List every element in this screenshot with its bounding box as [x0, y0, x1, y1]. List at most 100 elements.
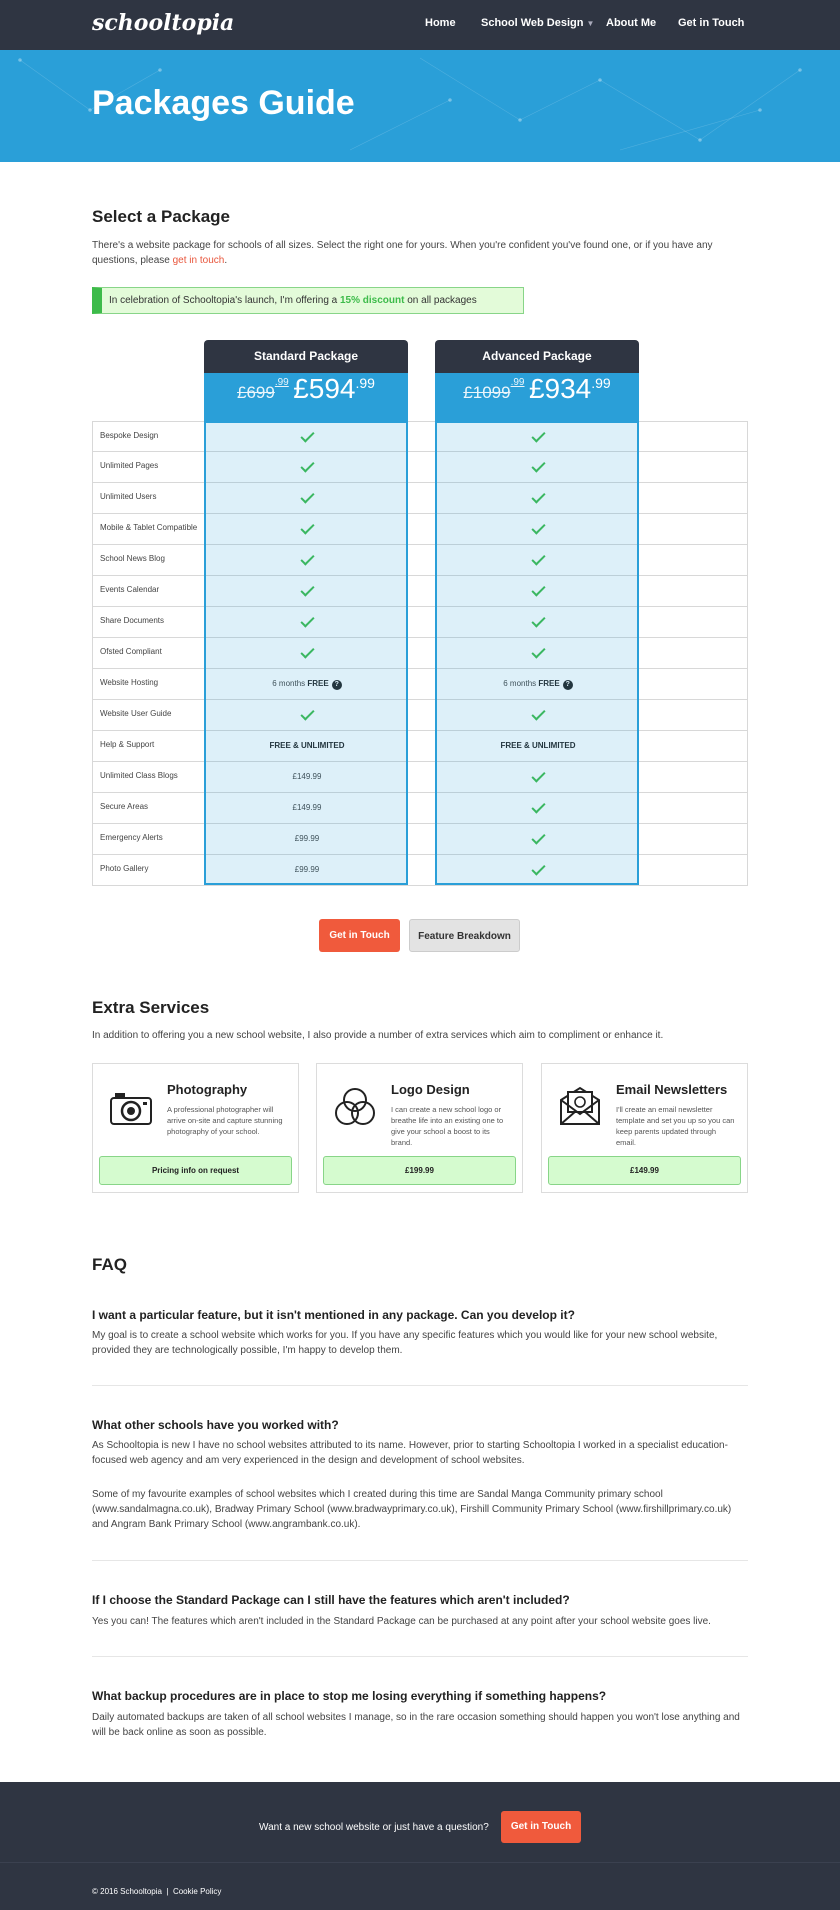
- logo-rings-icon: [335, 1088, 375, 1125]
- advanced-feature-cell: FREE & UNLIMITED: [436, 731, 640, 762]
- standard-feature-cell: £99.99: [205, 824, 409, 855]
- checkmark-icon: [299, 520, 315, 535]
- feature-name: Events Calendar: [100, 585, 160, 594]
- faq-question: I want a particular feature, but it isn'…: [92, 1308, 575, 1322]
- copyright-text: © 2016 Schooltopia: [92, 1887, 162, 1896]
- faq-divider: [92, 1560, 748, 1561]
- hosting-duration: 6 months: [272, 679, 308, 688]
- help-question-icon[interactable]: ?: [331, 680, 342, 690]
- get-in-touch-button[interactable]: Get in Touch: [319, 919, 400, 952]
- feature-value: £99.99: [294, 834, 320, 843]
- feature-row: Website Hosting 6 months FREE? 6 months FR…: [92, 669, 748, 700]
- standard-feature-cell: [205, 452, 409, 483]
- nav-get-in-touch[interactable]: Get in Touch: [678, 17, 744, 29]
- faq-answer: As Schooltopia is new I have no school w…: [92, 1440, 728, 1466]
- select-intro: There's a website package for schools of…: [92, 238, 748, 268]
- hosting-duration: 6 months: [503, 679, 539, 688]
- service-price: Pricing info on request: [99, 1156, 292, 1185]
- nav-about-me[interactable]: About Me: [606, 17, 656, 29]
- service-title: Logo Design: [391, 1082, 470, 1097]
- checkmark-icon: [299, 428, 315, 443]
- service-price: £199.99: [323, 1156, 516, 1185]
- feature-row: Unlimited Users: [92, 483, 748, 514]
- page-title: Packages Guide: [92, 84, 355, 122]
- site-logo[interactable]: schooltopia: [92, 10, 234, 36]
- feature-breakdown-button[interactable]: Feature Breakdown: [409, 919, 520, 952]
- standard-feature-cell: [205, 638, 409, 669]
- feature-name: Bespoke Design: [100, 431, 159, 440]
- faq-question: What backup procedures are in place to s…: [92, 1689, 607, 1703]
- camera-icon: [110, 1093, 152, 1125]
- feature-value: £149.99: [292, 803, 322, 812]
- select-intro-end: .: [224, 255, 228, 266]
- faq-divider: [92, 1385, 748, 1386]
- feature-row: Unlimited Class Blogs £149.99: [92, 762, 748, 793]
- standard-old-price: £699.99: [237, 377, 289, 402]
- feature-row: Website User Guide: [92, 700, 748, 731]
- advanced-old-price: £1099.99: [463, 377, 524, 402]
- footer-get-in-touch-button[interactable]: Get in Touch: [501, 1811, 581, 1843]
- nav-school-web-design-label: School Web Design: [481, 17, 584, 29]
- checkmark-icon: [299, 613, 315, 628]
- feature-value: FREE & UNLIMITED: [500, 741, 576, 750]
- hosting-free: FREE: [307, 679, 329, 688]
- advanced-old-price-whole: £1099: [463, 383, 511, 402]
- checkmark-icon: [299, 489, 315, 504]
- chevron-down-icon: ▼: [586, 19, 595, 28]
- footer-divider: [0, 1862, 840, 1863]
- standard-feature-cell: FREE & UNLIMITED: [205, 731, 409, 762]
- advanced-feature-cell: 6 months FREE?: [436, 669, 640, 700]
- faq-answer: My goal is to create a school website wh…: [92, 1330, 718, 1356]
- nav-school-web-design[interactable]: School Web Design ▼: [481, 17, 594, 29]
- standard-old-price-whole: £699: [237, 383, 275, 402]
- checkmark-icon: [530, 489, 546, 504]
- standard-feature-cell: 6 months FREE?: [205, 669, 409, 700]
- footer: Want a new school website or just have a…: [0, 1782, 840, 1910]
- advanced-feature-cell: [436, 700, 640, 731]
- top-nav: schooltopia Home School Web Design ▼ Abou…: [0, 0, 840, 50]
- service-price: £149.99: [548, 1156, 741, 1185]
- feature-name: Website Hosting: [100, 678, 159, 687]
- standard-feature-cell: [205, 700, 409, 731]
- advanced-new-price-frac: .99: [591, 375, 611, 391]
- standard-feature-cell: [205, 576, 409, 607]
- feature-value: FREE & UNLIMITED: [269, 741, 345, 750]
- checkmark-icon: [530, 428, 546, 443]
- faq-question: What other schools have you worked with?: [92, 1418, 339, 1432]
- feature-value: £149.99: [292, 772, 322, 781]
- promo-text-pre: In celebration of Schooltopia's launch, …: [109, 295, 340, 306]
- checkmark-icon: [299, 582, 315, 597]
- advanced-package-price: £1099.99 £934.99: [435, 373, 639, 421]
- standard-feature-cell: [205, 483, 409, 514]
- faq-answer: Some of my favourite examples of school …: [92, 1489, 732, 1530]
- feature-name: Secure Areas: [100, 802, 149, 811]
- feature-row: Secure Areas £149.99: [92, 793, 748, 824]
- nav-home[interactable]: Home: [425, 17, 456, 29]
- checkmark-icon: [299, 644, 315, 659]
- service-description: I'll create an email newsletter template…: [616, 1105, 735, 1147]
- checkmark-icon: [299, 706, 315, 721]
- feature-name: Unlimited Class Blogs: [100, 771, 178, 780]
- feature-name: Ofsted Compliant: [100, 647, 162, 656]
- footer-cta-text: Want a new school website or just have a…: [259, 1822, 489, 1833]
- cookie-policy-link[interactable]: Cookie Policy: [173, 1887, 221, 1896]
- checkmark-icon: [530, 644, 546, 659]
- standard-feature-cell: [205, 422, 409, 453]
- service-description: I can create a new school logo or breath…: [391, 1105, 504, 1147]
- standard-new-price: £594.99: [293, 373, 375, 404]
- faq-question: If I choose the Standard Package can I s…: [92, 1593, 570, 1607]
- service-title: Email Newsletters: [616, 1082, 728, 1097]
- standard-feature-cell: £99.99: [205, 855, 409, 886]
- standard-feature-cell: [205, 545, 409, 576]
- standard-feature-cell: [205, 607, 409, 638]
- service-card-logo-design: Logo Design I can create a new school lo…: [316, 1063, 523, 1193]
- advanced-feature-cell: [436, 576, 640, 607]
- help-question-icon[interactable]: ?: [562, 680, 573, 690]
- feature-row: Ofsted Compliant: [92, 638, 748, 669]
- feature-row: Help & Support FREE & UNLIMITED FREE & UNL…: [92, 731, 748, 762]
- feature-row: Share Documents: [92, 607, 748, 638]
- get-in-touch-link[interactable]: get in touch: [173, 255, 225, 266]
- advanced-new-price: £934.99: [529, 373, 611, 404]
- standard-package-price: £699.99 £594.99: [204, 373, 408, 421]
- checkmark-icon: [530, 706, 546, 721]
